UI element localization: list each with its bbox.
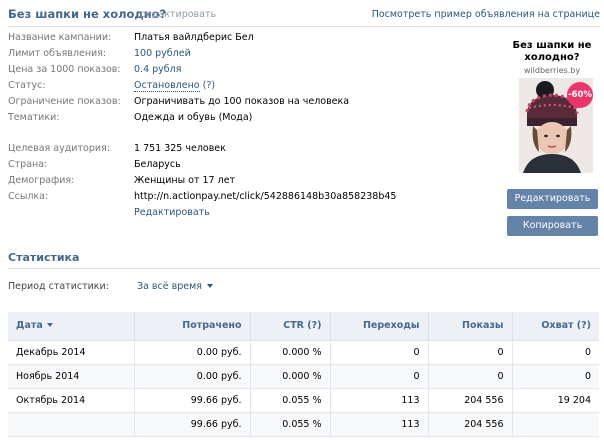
cell-impressions: 0 — [428, 364, 513, 389]
impression-limit-label: Ограничение показов: — [8, 96, 121, 107]
topics-value: Одежда и обувь (Мода) — [134, 112, 253, 123]
ad-title-row: Без шапки не холодно? редактировать Посм… — [8, 6, 600, 24]
cell-date: Декабрь 2014 — [8, 340, 135, 365]
demography-value: Женщины от 17 лет — [134, 175, 236, 186]
total-ctr: 0.055 % — [250, 412, 331, 437]
col-impressions[interactable]: Показы — [428, 312, 513, 341]
preview-on-page-link[interactable]: Посмотреть пример объявления на странице — [372, 9, 600, 20]
topics-label: Тематики: — [8, 112, 60, 123]
cell-date: Ноябрь 2014 — [8, 364, 135, 389]
preview-title: Без шапки не холодно? — [512, 40, 592, 63]
demography-label: Демография: — [8, 175, 75, 186]
stats-table: Дата Потрачено CTR (?) Переходы Показы О… — [8, 312, 599, 437]
col-spent[interactable]: Потрачено — [134, 312, 251, 341]
cell-impressions: 204 556 — [428, 388, 513, 413]
discount-badge: -60% — [567, 82, 593, 108]
total-row: 99.66 руб. 0.055 % 113 204 556 — [8, 412, 599, 437]
link-label: Ссылка: — [8, 191, 49, 202]
status-value[interactable]: Остановлено — [134, 80, 200, 92]
edit-ad-button[interactable]: Редактировать — [507, 189, 598, 209]
table-header-row: Дата Потрачено CTR (?) Переходы Показы О… — [8, 312, 599, 341]
edit-title-link[interactable]: редактировать — [140, 9, 216, 20]
impression-limit-value: Ограничивать до 100 показов на человека — [134, 96, 350, 107]
copy-ad-button[interactable]: Копировать — [507, 216, 598, 236]
country-label: Страна: — [8, 159, 48, 170]
ad-limit-value[interactable]: 100 рублей — [134, 48, 191, 59]
status-value-group: Остановлено (?) — [134, 80, 215, 92]
cell-date: Октябрь 2014 — [8, 388, 135, 413]
total-reach — [512, 412, 599, 437]
chevron-down-icon — [206, 284, 213, 288]
cell-clicks: 113 — [330, 388, 429, 413]
cell-ctr: 0.055 % — [250, 388, 331, 413]
cell-impressions: 0 — [428, 340, 513, 365]
country-value: Беларусь — [134, 159, 181, 170]
cell-reach: 0 — [512, 340, 599, 365]
cell-ctr: 0.000 % — [250, 364, 331, 389]
cell-reach: 0 — [512, 364, 599, 389]
total-spent: 99.66 руб. — [134, 412, 251, 437]
title-divider — [8, 26, 600, 27]
cell-spent: 0.00 руб. — [134, 364, 251, 389]
col-date[interactable]: Дата — [8, 312, 135, 341]
total-impressions: 204 556 — [428, 412, 513, 437]
preview-image: -60% — [519, 78, 593, 173]
ad-preview[interactable]: Без шапки не холодно? wildberries.by -60… — [507, 40, 597, 173]
total-clicks: 113 — [330, 412, 429, 437]
edit-link-button[interactable]: Редактировать — [134, 207, 210, 218]
stats-divider — [8, 268, 600, 269]
status-help[interactable]: (?) — [203, 80, 215, 91]
link-value[interactable]: http://n.actionpay.net/click/542886148b3… — [134, 191, 396, 202]
col-ctr[interactable]: CTR (?) — [250, 312, 331, 341]
ad-limit-label: Лимит объявления: — [8, 48, 107, 59]
campaign-name-label: Название кампании: — [8, 32, 112, 43]
table-row: Декабрь 2014 0.00 руб. 0.000 % 0 0 0 — [8, 340, 599, 365]
period-label: Период статистики: — [8, 281, 109, 292]
preview-domain: wildberries.by — [523, 66, 581, 75]
cpm-value[interactable]: 0.4 рубля — [134, 64, 181, 75]
period-value: За всё время — [137, 281, 202, 292]
period-dropdown[interactable]: За всё время — [137, 281, 213, 292]
table-row: Октябрь 2014 99.66 руб. 0.055 % 113 204 … — [8, 388, 599, 413]
cell-clicks: 0 — [330, 364, 429, 389]
cpm-label: Цена за 1000 показов: — [8, 64, 121, 75]
cell-ctr: 0.000 % — [250, 340, 331, 365]
cell-spent: 0.00 руб. — [134, 340, 251, 365]
cell-spent: 99.66 руб. — [134, 388, 251, 413]
target-audience-value: 1 751 325 человек — [134, 143, 226, 154]
table-row: Ноябрь 2014 0.00 руб. 0.000 % 0 0 0 — [8, 364, 599, 389]
total-date — [8, 412, 135, 437]
sort-down-icon — [46, 323, 53, 328]
cell-clicks: 0 — [330, 340, 429, 365]
status-label: Статус: — [8, 80, 46, 91]
col-reach[interactable]: Охват (?) — [512, 312, 599, 341]
col-clicks[interactable]: Переходы — [330, 312, 429, 341]
cell-reach: 19 204 — [512, 388, 599, 413]
target-audience-label: Целевая аудитория: — [8, 143, 110, 154]
campaign-name-value: Платья вайлдберис Бел — [134, 32, 254, 43]
stats-heading: Статистика — [8, 251, 80, 264]
